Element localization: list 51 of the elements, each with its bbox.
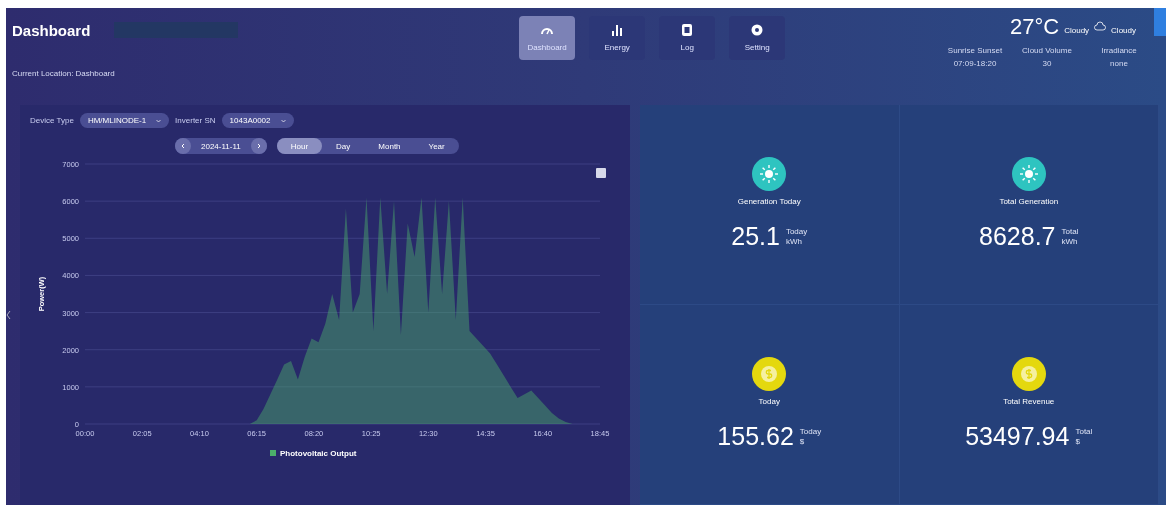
chevron-right-icon — [255, 143, 262, 149]
caret-icon — [156, 118, 162, 123]
stat-unit: kWh — [1061, 237, 1079, 246]
weather-stat-value: none — [1110, 59, 1128, 68]
weather-stat-value: 30 — [1042, 59, 1052, 68]
page-title: Dashboard — [12, 22, 91, 39]
previous-button[interactable] — [175, 138, 191, 154]
stat-unit: $ — [799, 437, 806, 446]
period-tab[interactable]: Month — [364, 138, 415, 154]
stat-label: Generation Today — [737, 197, 801, 206]
stat-unit: $ — [1075, 437, 1081, 446]
weather-stat-label: Irradiance — [1101, 46, 1137, 55]
legend-label: Photovoltaic Output — [280, 449, 357, 458]
stat-period: Today — [799, 427, 822, 436]
breadcrumb: Current Location: Dashboard — [12, 69, 116, 78]
weather-stat-label: Sunrise Sunset — [947, 46, 1003, 55]
nav-tab[interactable]: Energy — [589, 16, 646, 60]
weather-stat-value: 07:09-18:20 — [953, 59, 997, 68]
stat-label: Total Generation — [999, 197, 1059, 206]
download-icon[interactable] — [596, 168, 606, 178]
document-icon — [680, 24, 695, 36]
weather-condition: Cloudy — [1111, 26, 1136, 35]
period-tab[interactable]: Year — [414, 138, 459, 154]
stat-value: 53497.94 — [965, 422, 1070, 451]
stat-label: Total Revenue — [1003, 397, 1055, 406]
dropdown[interactable]: 1043A0002 — [221, 113, 294, 128]
stat-value: 8628.7 — [979, 222, 1056, 251]
stat-period: Total — [1075, 427, 1093, 436]
stat-value: 155.62 — [717, 422, 794, 451]
nav-tab[interactable]: Log — [659, 16, 716, 60]
filter-label: Inverter SN — [175, 116, 216, 125]
stat-period: Today — [785, 227, 808, 236]
stat-value: 25.1 — [731, 222, 780, 251]
stat-label: Today — [758, 397, 780, 406]
stat-period: Total — [1061, 227, 1079, 236]
filter-label: Device Type — [30, 116, 74, 125]
chevron-left-icon — [180, 143, 186, 149]
temperature: 27°C — [1010, 14, 1060, 40]
weather-stat-label: Cloud Volume — [1022, 46, 1072, 55]
nav-tab[interactable]: Setting — [729, 16, 786, 60]
next-button[interactable] — [250, 138, 267, 154]
weather-condition: Cloudy — [1064, 26, 1090, 35]
settings-icon — [750, 24, 765, 36]
period-tab[interactable]: Day — [322, 138, 365, 154]
bar-chart-icon — [610, 24, 625, 36]
caret-icon — [280, 118, 286, 123]
cloud-icon — [1094, 21, 1107, 31]
dropdown[interactable]: HM/MLINODE-1 — [79, 113, 170, 128]
collapse-handle-icon[interactable] — [6, 310, 11, 320]
legend-swatch — [270, 450, 276, 456]
stat-unit: kWh — [785, 237, 803, 246]
